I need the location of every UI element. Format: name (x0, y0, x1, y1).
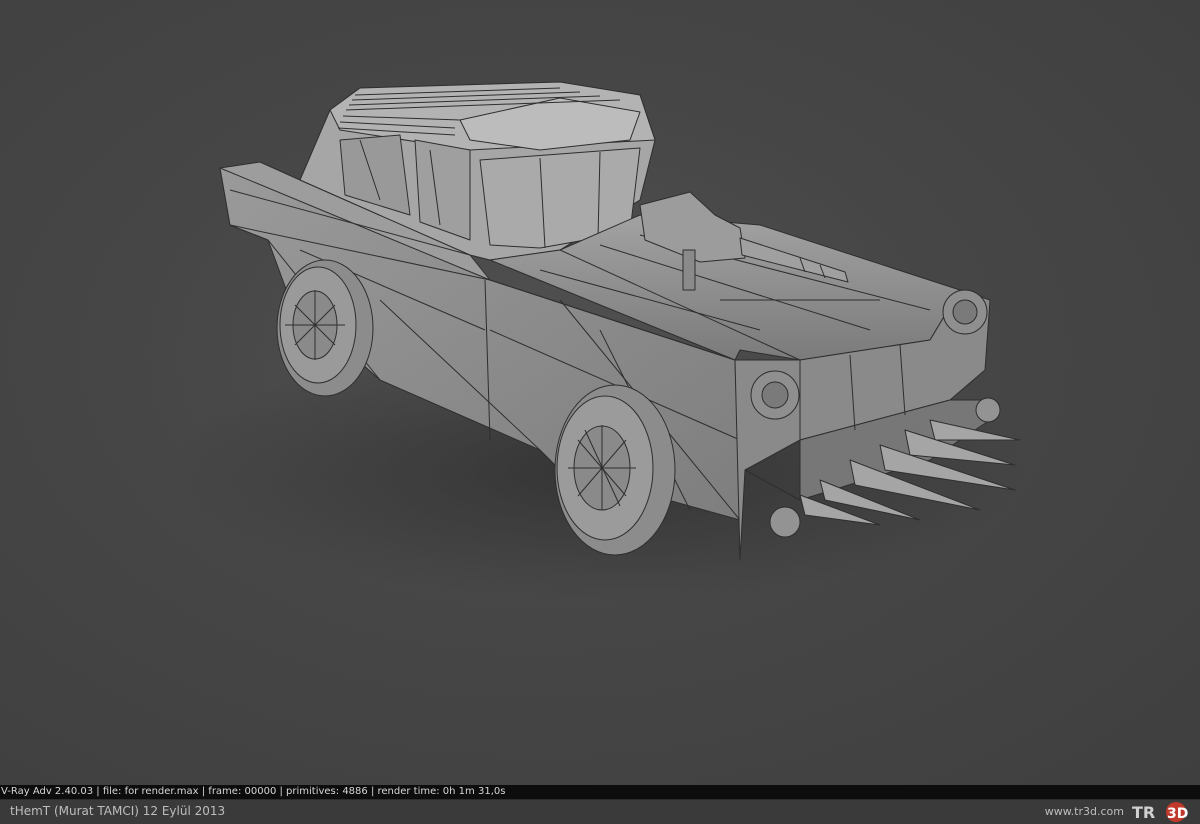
tr3d-logo: TR 3D (1132, 802, 1188, 822)
svg-text:3D: 3D (1167, 806, 1188, 822)
author-credit: tHemT (Murat TAMCI) 12 Eylül 2013 (10, 804, 226, 818)
render-viewport (0, 0, 1200, 785)
front-wheel (554, 384, 676, 556)
bumper-knob-right (769, 506, 801, 538)
footer-bar: tHemT (Murat TAMCI) 12 Eylül 2013 www.tr… (0, 799, 1200, 824)
render-stamp: V-Ray Adv 2.40.03 | file: for render.max… (1, 786, 506, 797)
rear-wheel (276, 259, 374, 397)
gun-post (682, 249, 696, 291)
car-render (170, 81, 1030, 600)
render-stamp-bar: V-Ray Adv 2.40.03 | file: for render.max… (0, 785, 1200, 799)
bumper-knob-left (975, 397, 1001, 423)
svg-text:TR: TR (1132, 803, 1155, 822)
site-url: www.tr3d.com (1044, 805, 1124, 818)
